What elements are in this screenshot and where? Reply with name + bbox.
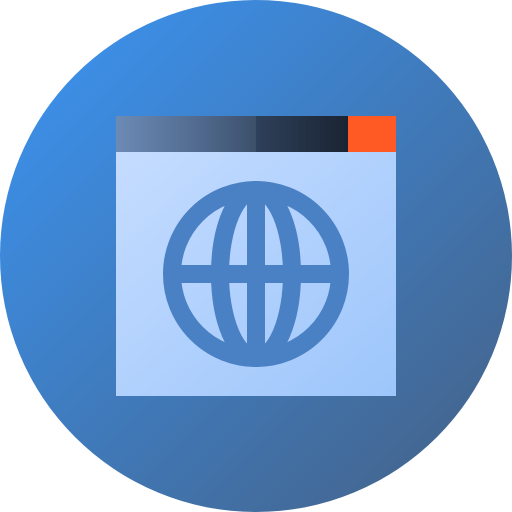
close-button bbox=[348, 116, 396, 152]
globe-icon bbox=[163, 181, 349, 367]
browser-globe-icon bbox=[0, 0, 512, 512]
app-icon bbox=[0, 0, 512, 512]
title-bar-dark-segment bbox=[256, 116, 348, 152]
title-bar bbox=[116, 116, 396, 152]
